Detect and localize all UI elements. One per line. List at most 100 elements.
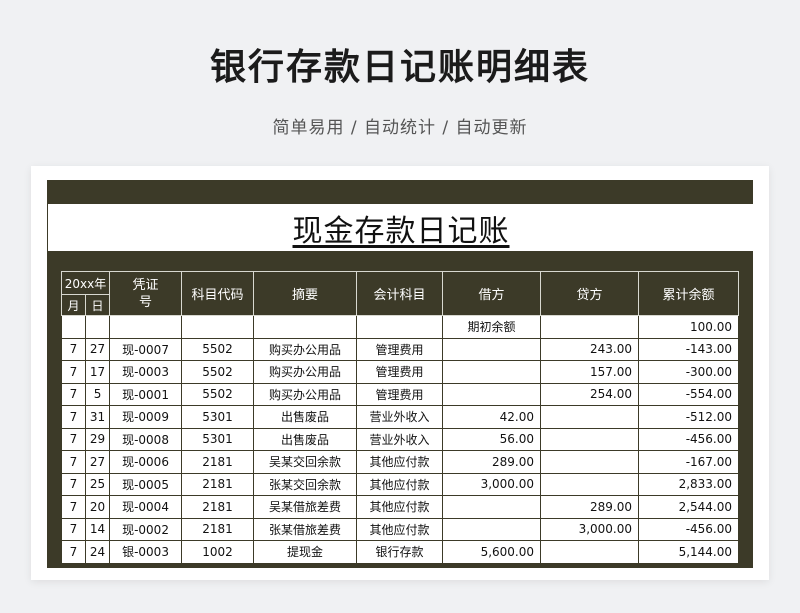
cell-summary[interactable]: 吴某借旅差费: [253, 495, 358, 519]
cell-day[interactable]: 25: [84, 472, 111, 496]
cell-month[interactable]: 7: [61, 405, 86, 429]
cell-credit[interactable]: [540, 427, 640, 451]
cell-debit[interactable]: 5,600.00: [442, 540, 542, 564]
cell-balance[interactable]: -143.00: [638, 337, 740, 361]
cell-month[interactable]: 7: [61, 517, 86, 541]
cell-summary[interactable]: 出售废品: [253, 405, 358, 429]
cell-voucher[interactable]: 现-0008: [109, 427, 183, 451]
cell-account[interactable]: 营业外收入: [356, 405, 444, 429]
cell-voucher[interactable]: 现-0004: [109, 495, 183, 519]
cell-balance[interactable]: -512.00: [638, 405, 740, 429]
cell-balance[interactable]: 2,833.00: [638, 472, 740, 496]
cell-debit[interactable]: [442, 360, 542, 384]
cell-summary[interactable]: [253, 315, 358, 339]
cell-account[interactable]: 银行存款: [356, 540, 444, 564]
cell-month[interactable]: 7: [61, 360, 86, 384]
cell-month[interactable]: [61, 315, 86, 339]
cell-credit[interactable]: [540, 405, 640, 429]
cell-balance[interactable]: -167.00: [638, 450, 740, 474]
opening-balance[interactable]: 100.00: [638, 315, 740, 339]
opening-label[interactable]: 期初余额: [442, 315, 542, 339]
cell-code[interactable]: [181, 315, 255, 339]
cell-credit[interactable]: 3,000.00: [540, 517, 640, 541]
cell-credit[interactable]: 157.00: [540, 360, 640, 384]
page-title: 银行存款日记账明细表: [209, 47, 590, 88]
cell-code[interactable]: 5502: [181, 360, 255, 384]
cell-debit[interactable]: [442, 517, 542, 541]
cell-debit[interactable]: [442, 337, 542, 361]
cell-account[interactable]: 管理费用: [356, 360, 444, 384]
cell-balance[interactable]: -456.00: [638, 517, 740, 541]
cell-month[interactable]: 7: [61, 337, 86, 361]
cell-day[interactable]: 17: [84, 360, 111, 384]
cell-day[interactable]: 5: [84, 382, 111, 406]
cell-summary[interactable]: 吴某交回余款: [253, 450, 358, 474]
cell-credit[interactable]: 289.00: [540, 495, 640, 519]
cell-month[interactable]: 7: [61, 472, 86, 496]
cell-day[interactable]: 31: [84, 405, 111, 429]
cell-credit[interactable]: 243.00: [540, 337, 640, 361]
cell-summary[interactable]: 购买办公用品: [253, 382, 358, 406]
cell-code[interactable]: 2181: [181, 450, 255, 474]
cell-summary[interactable]: 购买办公用品: [253, 337, 358, 361]
cell-balance[interactable]: 2,544.00: [638, 495, 740, 519]
cell-balance[interactable]: -300.00: [638, 360, 740, 384]
cell-debit[interactable]: 42.00: [442, 405, 542, 429]
cell-day[interactable]: [84, 315, 111, 339]
cell-account[interactable]: 其他应付款: [356, 450, 444, 474]
cell-account[interactable]: 管理费用: [356, 337, 444, 361]
cell-day[interactable]: 24: [84, 540, 111, 564]
cell-code[interactable]: 1002: [181, 540, 255, 564]
cell-month[interactable]: 7: [61, 427, 86, 451]
cell-balance[interactable]: -554.00: [638, 382, 740, 406]
cell-code[interactable]: 5301: [181, 405, 255, 429]
cell-balance[interactable]: -456.00: [638, 427, 740, 451]
cell-voucher[interactable]: 现-0007: [109, 337, 183, 361]
cell-account[interactable]: [356, 315, 444, 339]
cell-summary[interactable]: 购买办公用品: [253, 360, 358, 384]
cell-day[interactable]: 14: [84, 517, 111, 541]
cell-credit[interactable]: [540, 315, 640, 339]
cell-code[interactable]: 2181: [181, 472, 255, 496]
cell-debit[interactable]: [442, 382, 542, 406]
cell-code[interactable]: 2181: [181, 495, 255, 519]
cell-credit[interactable]: 254.00: [540, 382, 640, 406]
cell-summary[interactable]: 提现金: [253, 540, 358, 564]
cell-debit[interactable]: [442, 495, 542, 519]
cell-month[interactable]: 7: [61, 495, 86, 519]
cell-debit[interactable]: 56.00: [442, 427, 542, 451]
cell-credit[interactable]: [540, 472, 640, 496]
cell-debit[interactable]: 3,000.00: [442, 472, 542, 496]
cell-voucher[interactable]: 现-0003: [109, 360, 183, 384]
cell-code[interactable]: 5502: [181, 382, 255, 406]
cell-day[interactable]: 20: [84, 495, 111, 519]
cell-summary[interactable]: 张某借旅差费: [253, 517, 358, 541]
cell-account[interactable]: 营业外收入: [356, 427, 444, 451]
cell-day[interactable]: 29: [84, 427, 111, 451]
cell-voucher[interactable]: 现-0005: [109, 472, 183, 496]
cell-credit[interactable]: [540, 450, 640, 474]
cell-voucher[interactable]: 现-0009: [109, 405, 183, 429]
cell-voucher[interactable]: 银-0003: [109, 540, 183, 564]
cell-voucher[interactable]: 现-0001: [109, 382, 183, 406]
cell-credit[interactable]: [540, 540, 640, 564]
cell-account[interactable]: 管理费用: [356, 382, 444, 406]
cell-code[interactable]: 5301: [181, 427, 255, 451]
cell-debit[interactable]: 289.00: [442, 450, 542, 474]
cell-code[interactable]: 2181: [181, 517, 255, 541]
cell-account[interactable]: 其他应付款: [356, 517, 444, 541]
cell-balance[interactable]: 5,144.00: [638, 540, 740, 564]
cell-account[interactable]: 其他应付款: [356, 472, 444, 496]
cell-voucher[interactable]: 现-0002: [109, 517, 183, 541]
cell-month[interactable]: 7: [61, 540, 86, 564]
cell-summary[interactable]: 张某交回余款: [253, 472, 358, 496]
cell-account[interactable]: 其他应付款: [356, 495, 444, 519]
cell-summary[interactable]: 出售废品: [253, 427, 358, 451]
cell-voucher[interactable]: 现-0006: [109, 450, 183, 474]
cell-month[interactable]: 7: [61, 450, 86, 474]
cell-month[interactable]: 7: [61, 382, 86, 406]
cell-day[interactable]: 27: [84, 337, 111, 361]
cell-day[interactable]: 27: [84, 450, 111, 474]
cell-voucher[interactable]: [109, 315, 183, 339]
cell-code[interactable]: 5502: [181, 337, 255, 361]
